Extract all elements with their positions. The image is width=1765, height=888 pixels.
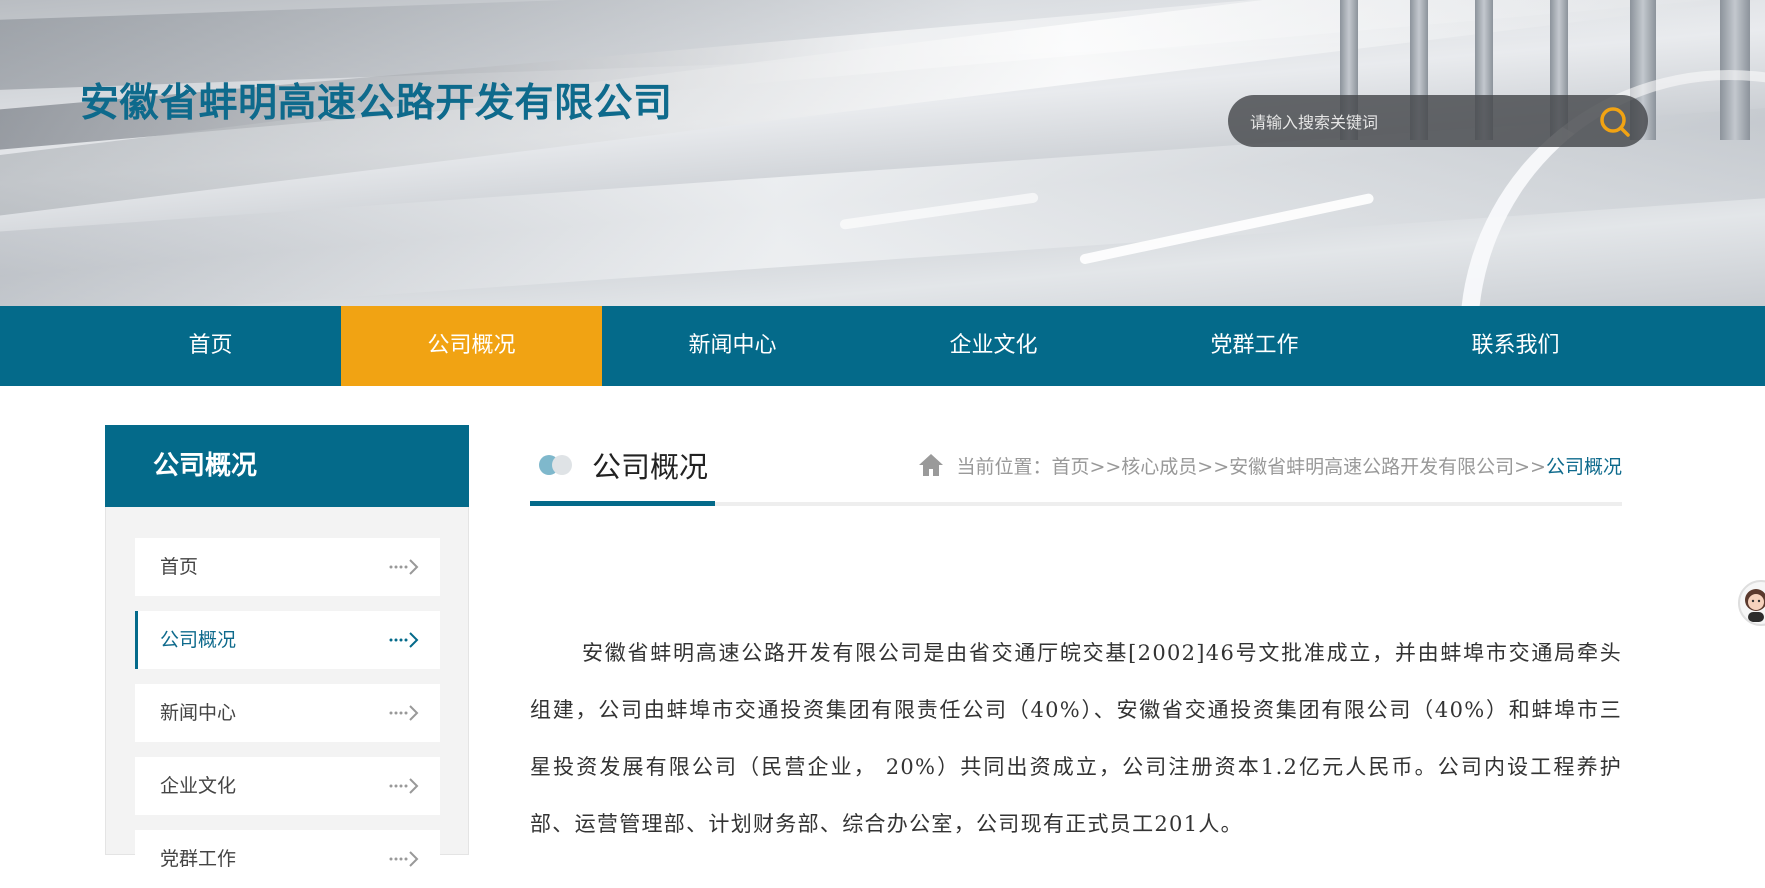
title-underline-accent xyxy=(530,501,715,506)
breadcrumb-prefix: 当前位置： xyxy=(956,456,1052,478)
sidebar-item-label: 公司概况 xyxy=(160,629,237,651)
customer-service-avatar-icon[interactable] xyxy=(1738,580,1765,626)
section-dots-icon xyxy=(539,455,572,475)
search-icon[interactable] xyxy=(1598,105,1632,139)
header-banner: 安徽省蚌明高速公路开发有限公司 xyxy=(0,0,1765,306)
nav-item-company-overview[interactable]: 公司概况 xyxy=(341,306,602,386)
nav-item-corporate-culture[interactable]: 企业文化 xyxy=(863,306,1124,386)
sidebar-title: 公司概况 xyxy=(105,425,469,507)
content-title: 公司概况 xyxy=(592,450,709,484)
breadcrumb: 当前位置：首页>>核心成员>>安徽省蚌明高速公路开发有限公司>>公司概况 xyxy=(918,452,1622,479)
nav-item-party-work[interactable]: 党群工作 xyxy=(1124,306,1385,386)
home-icon xyxy=(919,454,944,476)
arrow-right-icon xyxy=(389,851,419,867)
arrow-right-icon xyxy=(389,559,419,575)
sidebar-item-label: 党群工作 xyxy=(160,848,237,870)
sidebar-item-company-overview[interactable]: 公司概况 xyxy=(135,611,440,669)
nav-item-home[interactable]: 首页 xyxy=(80,306,341,386)
sidebar-item-news-center[interactable]: 新闻中心 xyxy=(135,684,440,742)
site-title: 安徽省蚌明高速公路开发有限公司 xyxy=(80,81,673,126)
sidebar-item-label: 企业文化 xyxy=(160,775,237,797)
content-header: 公司概况 当前位置：首页>>核心成员>>安徽省蚌明高速公路开发有限公司>>公司概… xyxy=(530,430,1622,508)
arrow-right-icon xyxy=(389,778,419,794)
sidebar-item-home[interactable]: 首页 xyxy=(135,538,440,596)
arrow-right-icon xyxy=(389,632,419,648)
main-nav: 首页 公司概况 新闻中心 企业文化 党群工作 联系我们 xyxy=(0,306,1765,386)
sidebar-item-label: 首页 xyxy=(160,556,199,578)
sidebar-item-corporate-culture[interactable]: 企业文化 xyxy=(135,757,440,815)
article-paragraph: 安徽省蚌明高速公路开发有限公司是由省交通厅皖交基[2002]46号文批准成立，并… xyxy=(530,641,1622,836)
search-input[interactable] xyxy=(1248,95,1582,149)
nav-item-contact-us[interactable]: 联系我们 xyxy=(1385,306,1646,386)
arrow-right-icon xyxy=(389,705,419,721)
search-box xyxy=(1228,95,1648,149)
nav-item-news-center[interactable]: 新闻中心 xyxy=(602,306,863,386)
breadcrumb-current: 公司概况 xyxy=(1545,456,1622,478)
sidebar-item-party-work[interactable]: 党群工作 xyxy=(135,830,440,888)
sidebar-item-label: 新闻中心 xyxy=(160,702,237,724)
breadcrumb-path[interactable]: 首页>>核心成员>>安徽省蚌明高速公路开发有限公司>> xyxy=(1051,456,1546,478)
